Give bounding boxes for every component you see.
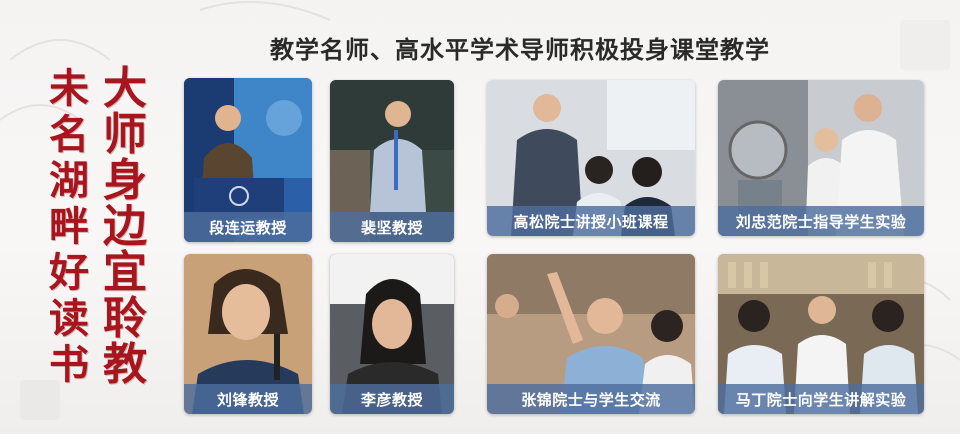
calligraphy-char: 身 — [103, 155, 147, 206]
photo-tile: 刘锋教授 — [184, 254, 312, 414]
calligraphy-char: 书 — [49, 341, 89, 388]
photo-caption: 高松院士讲授小班课程 — [487, 206, 695, 236]
calligraphy-char: 未 — [49, 65, 89, 112]
calligraphy-char: 师 — [103, 109, 147, 160]
calligraphy-right-column: 大 师 身 边 宜 聆 教 — [96, 66, 154, 388]
calligraphy-char: 好 — [49, 249, 89, 296]
photo-caption: 段连运教授 — [184, 212, 312, 242]
photo-caption: 裴坚教授 — [330, 212, 454, 242]
calligraphy-char: 湖 — [49, 157, 89, 204]
photo-tile: 刘忠范院士指导学生实验 — [718, 80, 924, 236]
photo-tile: 段连运教授 — [184, 78, 312, 242]
photo-tile: 马丁院士向学生讲解实验 — [718, 254, 924, 414]
calligraphy-char: 名 — [49, 111, 89, 158]
photo-caption: 刘忠范院士指导学生实验 — [718, 206, 924, 236]
calligraphy-char: 畔 — [49, 203, 89, 250]
photo-tile: 张锦院士与学生交流 — [487, 254, 695, 414]
page-title: 教学名师、高水平学术导师积极投身课堂教学 — [270, 36, 770, 64]
calligraphy-char: 读 — [49, 295, 89, 342]
calligraphy-char: 教 — [103, 339, 147, 390]
photo-tile: 高松院士讲授小班课程 — [487, 80, 695, 236]
photo-caption: 张锦院士与学生交流 — [487, 384, 695, 414]
photo-tile: 裴坚教授 — [330, 80, 454, 242]
photo-caption: 李彦教授 — [330, 384, 454, 414]
photo-tile: 李彦教授 — [330, 254, 454, 414]
calligraphy-left-column: 未 名 湖 畔 好 读 书 — [44, 66, 94, 388]
calligraphy-char: 聆 — [103, 293, 147, 344]
photo-caption: 马丁院士向学生讲解实验 — [718, 384, 924, 414]
calligraphy-char: 边 — [103, 201, 147, 252]
calligraphy-char: 宜 — [103, 247, 147, 298]
calligraphy-char: 大 — [103, 63, 147, 114]
photo-caption: 刘锋教授 — [184, 384, 312, 414]
